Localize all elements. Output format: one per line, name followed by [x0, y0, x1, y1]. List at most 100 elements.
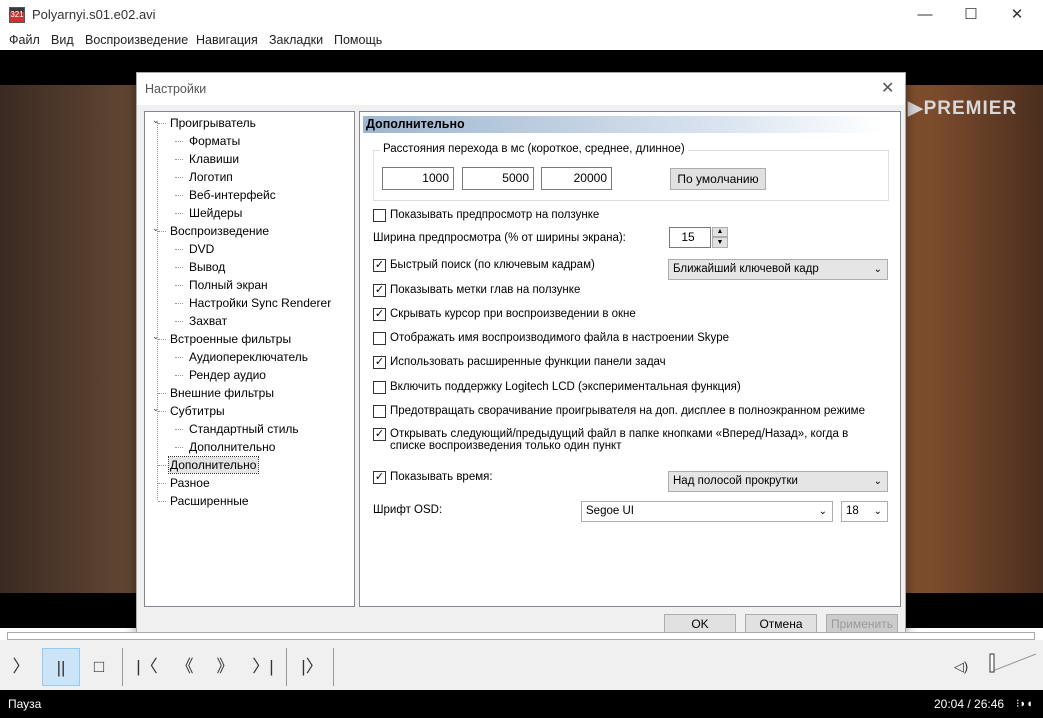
separator — [122, 648, 123, 686]
tree-item[interactable]: Форматы — [188, 133, 242, 149]
pause-button[interactable]: || — [42, 648, 80, 686]
maximize-button[interactable]: ☐ — [948, 0, 994, 30]
tree-item[interactable]: Дополнительно — [167, 456, 260, 474]
tree-item[interactable]: Шейдеры — [188, 205, 244, 221]
checkbox-unchecked[interactable] — [373, 381, 386, 394]
tree-item[interactable]: Вывод — [188, 259, 227, 275]
frame-step-button[interactable]: |〉 — [293, 648, 331, 686]
checkbox-checked[interactable]: ✓ — [373, 471, 386, 484]
checkbox-label: Скрывать курсор при воспроизведении в ок… — [390, 308, 636, 320]
tree-item[interactable]: Настройки Sync Renderer — [188, 295, 333, 311]
tree-item[interactable]: Дополнительно — [188, 439, 277, 455]
tree-line — [175, 321, 183, 322]
title-bar — [0, 0, 1043, 30]
stop-button[interactable]: □ — [80, 648, 118, 686]
checkbox-option[interactable]: ✓ Быстрый поиск (по ключевым кадрам) — [373, 259, 595, 272]
tree-item[interactable]: Аудиопереключатель — [188, 349, 310, 365]
default-button[interactable]: По умолчанию — [670, 168, 766, 190]
playback-time: 20:04 / 26:46 — [934, 697, 1005, 711]
osd-font-select[interactable]: Segoe UI ⌄ — [581, 501, 833, 522]
checkbox-checked[interactable]: ✓ — [373, 308, 386, 321]
tree-item[interactable]: DVD — [188, 241, 216, 257]
checkbox-option[interactable]: ✓ Скрывать курсор при воспроизведении в о… — [373, 308, 636, 321]
window-title: Polyarnyi.s01.e02.avi — [32, 7, 156, 22]
checkbox-option[interactable]: ✓ Показывать время: — [373, 471, 493, 484]
tree-item[interactable]: Проигрыватель — [169, 115, 258, 131]
close-button[interactable]: ✕ — [994, 0, 1040, 30]
settings-panel: Дополнительно Расстояния перехода в мс (… — [359, 111, 901, 607]
expand-chevron-icon[interactable]: ⌄ — [152, 223, 160, 234]
rewind-button[interactable]: 《 — [166, 648, 204, 686]
osd-size-value: 18 — [846, 505, 859, 517]
jump-short-input[interactable]: 1000 — [382, 167, 454, 190]
checkbox-option[interactable]: Включить поддержку Logitech LCD (экспери… — [373, 381, 741, 394]
tree-item[interactable]: Воспроизведение — [169, 223, 271, 239]
forward-button[interactable]: 》 — [206, 648, 244, 686]
spin-up-button[interactable]: ▲ — [712, 227, 728, 237]
checkbox-checked[interactable]: ✓ — [373, 284, 386, 297]
checkbox-unchecked[interactable] — [373, 405, 386, 418]
expand-chevron-icon[interactable]: ⌄ — [152, 115, 160, 126]
menu-help[interactable]: Помощь — [334, 33, 382, 47]
tree-line — [158, 501, 166, 502]
menu-file[interactable]: Файл — [9, 33, 40, 47]
status-bar: Пауза 20:04 / 26:46 ⁝◗◖ — [0, 690, 1043, 718]
tree-item[interactable]: Расширенные — [169, 493, 251, 509]
osd-size-select[interactable]: 18 ⌄ — [841, 501, 888, 522]
tree-line — [175, 285, 183, 286]
tree-item[interactable]: Захват — [188, 313, 229, 329]
tree-item[interactable]: Логотип — [188, 169, 235, 185]
checkbox-option[interactable]: Отображать имя воспроизводимого файла в … — [373, 332, 729, 345]
fast-seek-select[interactable]: Ближайший ключевой кадр ⌄ — [668, 259, 888, 280]
status-icon: ⁝◗◖ — [1016, 698, 1033, 710]
show-time-select[interactable]: Над полосой прокрутки ⌄ — [668, 471, 888, 492]
tree-item[interactable]: Внешние фильтры — [169, 385, 276, 401]
tree-item[interactable]: Стандартный стиль — [188, 421, 301, 437]
tree-item[interactable]: Клавиши — [188, 151, 241, 167]
tree-item[interactable]: Рендер аудио — [188, 367, 268, 383]
previous-button[interactable]: |〈 — [128, 648, 166, 686]
checkbox-checked[interactable]: ✓ — [373, 259, 386, 272]
checkbox-unchecked[interactable] — [373, 209, 386, 222]
checkbox-checked[interactable]: ✓ — [373, 428, 386, 441]
minimize-button[interactable]: — — [902, 0, 948, 30]
preview-width-input[interactable]: 15 — [669, 227, 711, 248]
next-button[interactable]: 〉| — [244, 648, 282, 686]
volume-icon[interactable]: ◁) — [942, 648, 980, 686]
expand-chevron-icon[interactable]: ⌄ — [152, 331, 160, 342]
tree-item[interactable]: Встроенные фильтры — [169, 331, 293, 347]
checkbox-option[interactable]: Предотвращать сворачивание проигрывателя… — [373, 405, 865, 418]
checkbox-checked[interactable]: ✓ — [373, 356, 386, 369]
tree-line — [158, 483, 166, 484]
menu-navigation[interactable]: Навигация — [196, 33, 258, 47]
separator — [286, 648, 287, 686]
tree-item[interactable]: Субтитры — [169, 403, 227, 419]
settings-tree[interactable]: Проигрыватель ⌄ Форматы Клавиши Логотип Веб-и… — [144, 111, 355, 607]
channel-watermark: ▶PREMIER — [908, 98, 1018, 119]
dialog-title: Настройки — [145, 82, 207, 96]
dialog-close-icon[interactable]: ✕ — [881, 78, 894, 98]
jump-long-input[interactable]: 20000 — [541, 167, 612, 190]
checkbox-option[interactable]: Показывать предпросмотр на ползунке — [373, 209, 599, 222]
seek-bar[interactable] — [7, 632, 1035, 640]
menu-bookmarks[interactable]: Закладки — [269, 33, 323, 47]
checkbox-label: Открывать следующий/предыдущий файл в па… — [390, 428, 849, 452]
play-button[interactable]: 〉 — [2, 648, 40, 686]
checkbox-label: Отображать имя воспроизводимого файла в … — [390, 332, 730, 344]
checkbox-unchecked[interactable] — [373, 332, 386, 345]
tree-line — [175, 195, 183, 196]
tree-item[interactable]: Полный экран — [188, 277, 270, 293]
checkbox-option[interactable]: ✓ Открывать следующий/предыдущий файл в п… — [373, 428, 873, 452]
spin-down-button[interactable]: ▼ — [712, 237, 728, 248]
tree-item[interactable]: Веб-интерфейс — [188, 187, 278, 203]
menu-view[interactable]: Вид — [51, 33, 74, 47]
tree-item[interactable]: Разное — [169, 475, 212, 491]
jump-medium-input[interactable]: 5000 — [462, 167, 534, 190]
checkbox-option[interactable]: ✓ Показывать метки глав на ползунке — [373, 284, 580, 297]
panel-header: Дополнительно — [363, 116, 883, 133]
checkbox-option[interactable]: ✓ Использовать расширенные функции панели… — [373, 356, 666, 369]
tree-line — [175, 357, 183, 358]
menu-playback[interactable]: Воспроизведение — [85, 33, 188, 47]
volume-slider[interactable] — [986, 652, 1038, 674]
expand-chevron-icon[interactable]: ⌄ — [152, 403, 160, 414]
